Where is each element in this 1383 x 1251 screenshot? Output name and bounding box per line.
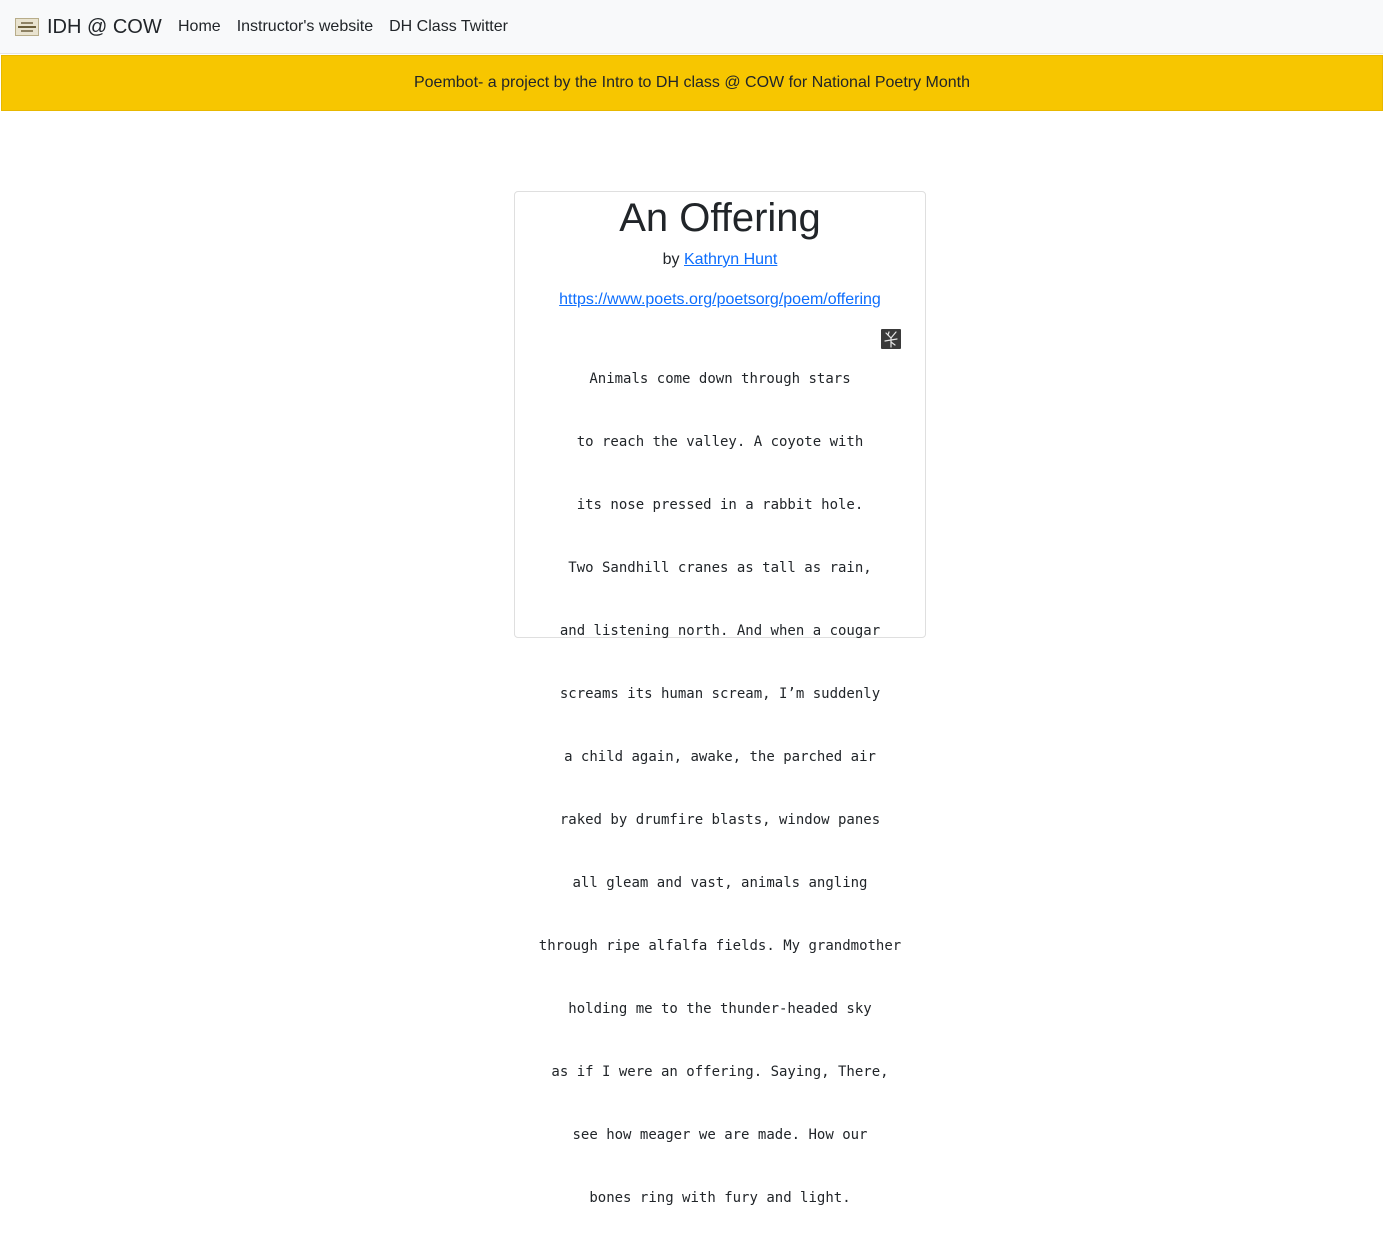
poem-line: as if I were an offering. Saying, There, [551,1064,889,1080]
poem-title: An Offering [619,196,821,240]
poem-line: see how meager we are made. How our [572,1127,868,1143]
poem-line: and listening north. And when a cougar [559,623,881,639]
poem-body: Animals come down through stars to reach… [515,327,925,1251]
author-link[interactable]: Kathryn Hunt [684,251,777,268]
poem-line: through ripe alfalfa fields. My grandmot… [538,938,902,954]
nav-link-instructor-website[interactable]: Instructor's website [229,18,381,36]
nav-links: Home Instructor's website DH Class Twitt… [170,0,516,54]
poem-line: holding me to the thunder-headed sky [568,1001,872,1017]
wooster-logo-icon [15,18,39,36]
poem-line: raked by drumfire blasts, window panes [559,812,881,828]
poem-line: all gleam and vast, animals angling [572,875,868,891]
poem-line: bones ring with fury and light. [589,1190,851,1206]
brand-link[interactable]: IDH @ COW [15,14,162,40]
poem-line: its nose pressed in a rabbit hole. [576,497,864,513]
poem-line: Two Sandhill cranes as tall as rain, [568,560,872,576]
poem-card: An Offering by Kathryn Hunt https://www.… [514,191,926,1206]
nav-link-dh-class-twitter[interactable]: DH Class Twitter [381,18,516,36]
brand-title: IDH @ COW [47,16,162,38]
crane-image-icon[interactable] [881,329,901,349]
source-link[interactable]: https://www.poets.org/poetsorg/poem/offe… [559,291,881,308]
poem-line: Animals come down through stars [589,371,851,387]
navbar: IDH @ COW Home Instructor's website DH C… [0,0,1383,54]
nav-link-home[interactable]: Home [170,18,229,36]
byline-prefix: by [662,251,680,268]
poem-byline: by Kathryn Hunt [515,249,925,271]
poem-line: to reach the valley. A coyote with [576,434,864,450]
announcement-banner: Poembot- a project by the Intro to DH cl… [1,55,1383,111]
banner-text: Poembot- a project by the Intro to DH cl… [413,74,970,91]
source-link-wrapper: https://www.poets.org/poetsorg/poem/offe… [515,289,925,311]
poem-line: a child again, awake, the parched air [564,749,876,765]
poem-line: screams its human scream, I’m suddenly [559,686,881,702]
